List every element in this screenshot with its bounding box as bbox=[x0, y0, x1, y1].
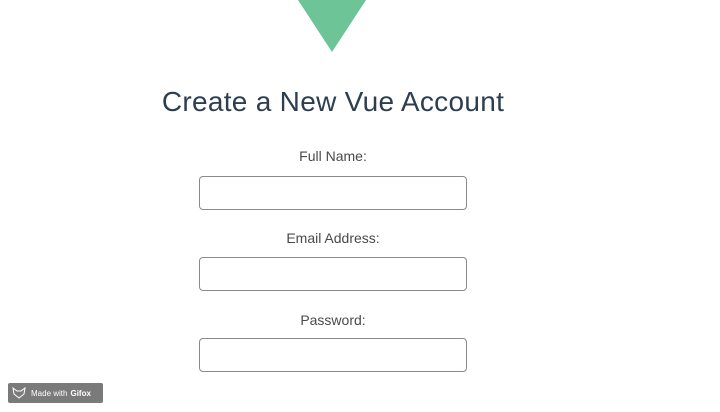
full-name-input[interactable] bbox=[199, 176, 467, 210]
email-address-label: Email Address: bbox=[286, 230, 380, 246]
badge-brand: Gifox bbox=[70, 388, 91, 398]
made-with-gifox-badge: Made with Gifox bbox=[8, 383, 103, 403]
badge-prefix: Made with bbox=[31, 388, 68, 398]
password-input[interactable] bbox=[199, 338, 467, 372]
page: Create a New Vue Account Full Name: Emai… bbox=[0, 0, 720, 412]
password-label: Password: bbox=[300, 312, 366, 328]
email-address-input[interactable] bbox=[199, 257, 467, 291]
vue-logo-icon bbox=[298, 0, 366, 52]
fox-icon bbox=[12, 387, 26, 399]
page-title: Create a New Vue Account bbox=[161, 86, 505, 117]
full-name-label: Full Name: bbox=[299, 148, 367, 164]
